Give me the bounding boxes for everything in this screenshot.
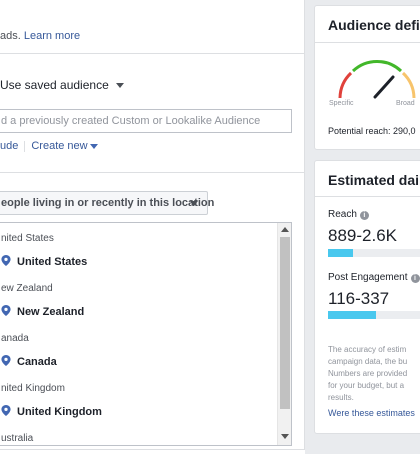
estimate-disclaimer: The accuracy of estim campaign data, the… <box>328 344 420 404</box>
location-heading: nited States <box>1 233 54 244</box>
scrollbar[interactable] <box>277 223 291 445</box>
audience-search-input[interactable]: d a previously created Custom or Lookali… <box>0 109 292 133</box>
reach-bar <box>328 249 420 257</box>
engagement-bar <box>328 311 420 319</box>
card-title: Audience defin <box>328 17 420 33</box>
reach-label-text: Reach <box>328 209 357 220</box>
scroll-up-icon[interactable] <box>281 227 289 232</box>
learn-more-link[interactable]: Learn more <box>24 30 80 42</box>
create-new-label: Create new <box>31 140 88 152</box>
gauge-icon <box>338 60 416 99</box>
estimates-feedback-link[interactable]: Were these estimates <box>328 408 415 418</box>
location-heading: anada <box>1 333 29 344</box>
scrollbar-thumb[interactable] <box>280 237 290 409</box>
pin-icon <box>1 405 11 416</box>
pin-icon <box>1 255 11 266</box>
location-item[interactable]: United States <box>1 255 87 268</box>
audience-definition-card: Audience defin Specific Broad Potential … <box>314 5 420 150</box>
location-item[interactable]: New Zealand <box>1 305 84 318</box>
location-type-dropdown[interactable]: eople living in or recently in this loca… <box>0 191 214 215</box>
reach-value: 889-2.6K <box>328 226 397 245</box>
caret-down-icon <box>190 201 198 206</box>
reach-label: Reach i <box>328 209 369 220</box>
disclaimer-line: Numbers are provided <box>328 369 408 378</box>
info-icon[interactable]: i <box>359 211 369 220</box>
engagement-label-text: Post Engagement <box>328 272 408 283</box>
location-heading: ustralia <box>1 433 34 444</box>
reach-bar-fill <box>328 249 353 257</box>
divider <box>315 42 420 43</box>
intro-text: ads. Learn more <box>0 30 80 42</box>
location-name: United States <box>17 256 88 268</box>
create-new-link[interactable]: Create new <box>31 140 98 152</box>
divider <box>315 196 420 197</box>
saved-audience-dropdown[interactable]: Use saved audience <box>0 78 125 92</box>
saved-audience-label: Use saved audience <box>0 78 109 92</box>
disclaimer-line: campaign data, the bu <box>328 357 408 366</box>
location-name: New Zealand <box>17 306 85 318</box>
potential-reach: Potential reach: 290,0 <box>328 126 416 136</box>
search-placeholder: d a previously created Custom or Lookali… <box>1 115 261 127</box>
disclaimer-line: The accuracy of estim <box>328 345 407 354</box>
disclaimer-line: results. <box>328 393 354 402</box>
divider <box>24 140 26 152</box>
gauge-broad-label: Broad <box>396 100 415 107</box>
exclude-link[interactable]: ude <box>0 140 18 152</box>
divider <box>0 172 305 173</box>
caret-down-icon <box>89 143 98 149</box>
card-title: Estimated daily <box>328 172 420 188</box>
estimated-daily-results-card: Estimated daily Reachi 889-2.6K Post Eng… <box>314 160 420 434</box>
disclaimer-line: for your budget, but a <box>328 381 405 390</box>
engagement-bar-fill <box>328 311 377 319</box>
location-list[interactable]: nited States United States ew Zealand Ne… <box>0 222 292 446</box>
info-icon[interactable]: i <box>410 274 420 283</box>
caret-down-icon <box>116 83 125 89</box>
location-heading: nited Kingdom <box>1 383 65 394</box>
location-name: Canada <box>17 356 57 368</box>
location-name: United Kingdom <box>17 406 102 418</box>
engagement-label: Post Engagement i <box>328 272 420 283</box>
location-item[interactable]: Canada <box>1 355 57 368</box>
location-heading: ew Zealand <box>1 283 53 294</box>
pin-icon <box>1 305 11 316</box>
intro-fragment: ads. <box>0 30 21 42</box>
audience-panel: ads. Learn more Use saved audience d a p… <box>0 0 305 454</box>
engagement-value: 116-337 <box>328 289 390 308</box>
scroll-down-icon[interactable] <box>281 434 289 439</box>
location-item[interactable]: United Kingdom <box>1 405 102 418</box>
bottom-edge <box>0 449 305 454</box>
pin-icon <box>1 355 11 366</box>
divider <box>0 53 305 54</box>
gauge-specific-label: Specific <box>329 100 354 107</box>
audience-links: ude Create new <box>0 140 98 152</box>
location-type-label: eople living in or recently in this loca… <box>1 197 215 209</box>
